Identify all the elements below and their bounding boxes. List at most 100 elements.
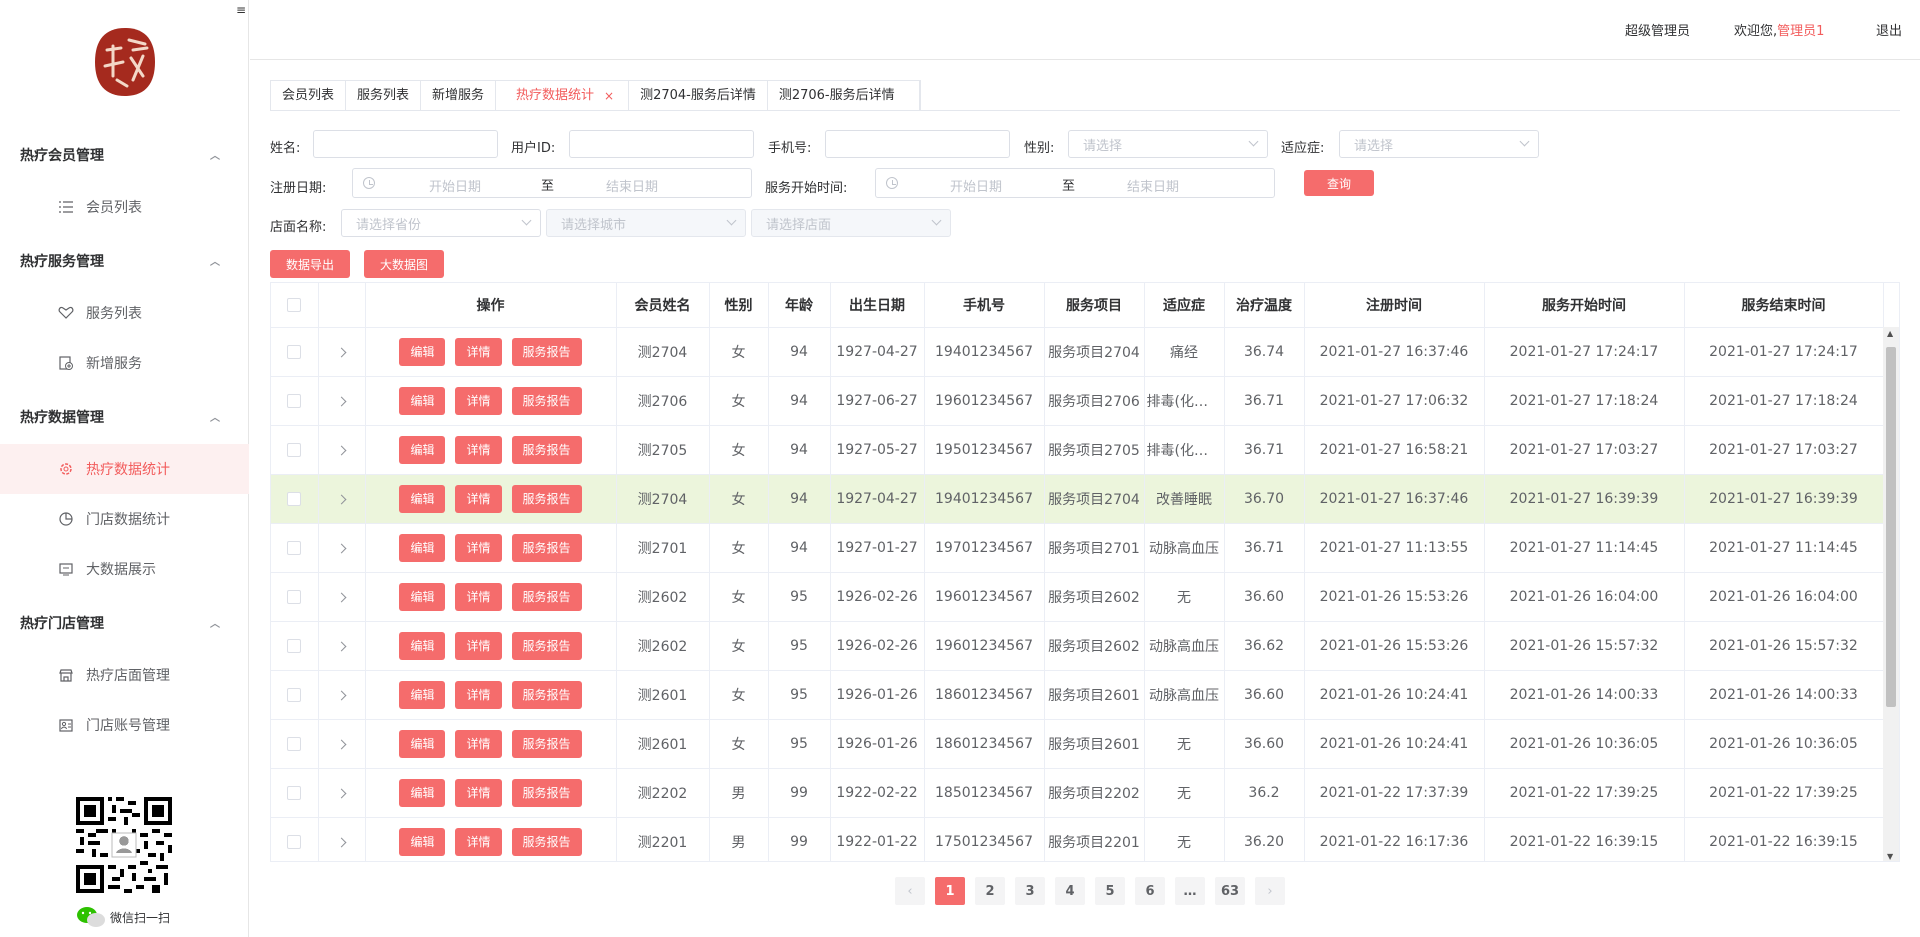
page-ellipsis[interactable]: … [1175, 877, 1205, 905]
edit-button[interactable]: 编辑 [399, 729, 446, 758]
edit-button[interactable]: 编辑 [399, 680, 446, 709]
row-select-cell[interactable] [271, 670, 319, 720]
row-select-cell[interactable] [271, 523, 319, 573]
row-checkbox[interactable] [287, 687, 302, 702]
prev-page-button[interactable]: ‹ [895, 877, 925, 905]
row-checkbox[interactable] [287, 834, 302, 849]
row-expand-cell[interactable] [318, 572, 366, 622]
tab-add-service[interactable]: 新增服务 [421, 81, 497, 111]
detail-button[interactable]: 详情 [455, 729, 502, 758]
service-end-date[interactable]: 结束日期 [1127, 176, 1179, 195]
table-row[interactable]: 编辑 详情 服务报告 测2706 女 94 1927-06-27 19601234567 服务项… [271, 376, 1884, 426]
edit-button[interactable]: 编辑 [399, 778, 446, 807]
row-expand-cell[interactable] [318, 670, 366, 720]
menu-item-service-list[interactable]: 服务列表 [0, 288, 249, 338]
chevron-right-icon[interactable] [336, 347, 347, 357]
logout-link[interactable]: 退出 [1876, 20, 1902, 39]
indication-select[interactable]: 请选择 [1339, 130, 1539, 158]
service-start-range[interactable]: 开始日期 至 结束日期 [875, 168, 1275, 198]
row-expand-cell[interactable] [318, 768, 366, 818]
row-checkbox[interactable] [287, 785, 302, 800]
scroll-up-icon[interactable]: ▲ [1887, 329, 1893, 338]
page-button[interactable]: 1 [935, 877, 965, 905]
export-button[interactable]: 数据导出 [270, 250, 350, 278]
row-select-cell[interactable] [271, 817, 319, 861]
edit-button[interactable]: 编辑 [399, 435, 446, 464]
edit-button[interactable]: 编辑 [399, 827, 446, 856]
tab-2704-detail[interactable]: 测2704-服务后详情 [629, 81, 768, 111]
row-select-cell[interactable] [271, 572, 319, 622]
detail-button[interactable]: 详情 [455, 778, 502, 807]
menu-group-member[interactable]: 热疗会员管理 ︿ [20, 145, 240, 165]
register-date-range[interactable]: 开始日期 至 结束日期 [352, 168, 752, 198]
row-expand-cell[interactable] [318, 327, 366, 377]
province-select[interactable]: 请选择省份 [341, 209, 541, 237]
table-row[interactable]: 编辑 详情 服务报告 测2202 男 99 1922-02-22 18501234567 服务项… [271, 768, 1884, 818]
menu-item-store-account[interactable]: 门店账号管理 [0, 700, 249, 750]
username[interactable]: 管理员1 [1777, 24, 1824, 39]
menu-group-data[interactable]: 热疗数据管理 ︿ [20, 407, 240, 427]
service-report-button[interactable]: 服务报告 [511, 778, 582, 807]
detail-button[interactable]: 详情 [455, 337, 502, 366]
register-start-date[interactable]: 开始日期 [429, 176, 481, 195]
tab-member-list[interactable]: 会员列表 [271, 81, 347, 111]
edit-button[interactable]: 编辑 [399, 386, 446, 415]
detail-button[interactable]: 详情 [455, 386, 502, 415]
menu-item-big-data[interactable]: 大数据展示 [0, 544, 249, 594]
row-select-cell[interactable] [271, 768, 319, 818]
chevron-right-icon[interactable] [336, 788, 347, 798]
row-expand-cell[interactable] [318, 621, 366, 671]
chevron-right-icon[interactable] [336, 739, 347, 749]
detail-button[interactable]: 详情 [455, 680, 502, 709]
service-report-button[interactable]: 服务报告 [511, 729, 582, 758]
page-button[interactable]: 5 [1095, 877, 1125, 905]
menu-item-add-service[interactable]: 新增服务 [0, 338, 249, 388]
row-checkbox[interactable] [287, 540, 302, 555]
register-end-date[interactable]: 结束日期 [606, 176, 658, 195]
page-button[interactable]: 3 [1015, 877, 1045, 905]
menu-item-store-manage[interactable]: 热疗店面管理 [0, 650, 249, 700]
name-input[interactable] [313, 130, 498, 158]
edit-button[interactable]: 编辑 [399, 337, 446, 366]
edit-button[interactable]: 编辑 [399, 582, 446, 611]
tab-2706-detail[interactable]: 测2706-服务后详情 [768, 81, 920, 111]
menu-item-member-list[interactable]: 会员列表 [0, 182, 249, 232]
menu-item-heat-data-stats[interactable]: 热疗数据统计 [0, 444, 249, 494]
userid-input[interactable] [569, 130, 754, 158]
row-select-cell[interactable] [271, 425, 319, 475]
service-report-button[interactable]: 服务报告 [511, 484, 582, 513]
page-button[interactable]: 4 [1055, 877, 1085, 905]
edit-button[interactable]: 编辑 [399, 631, 446, 660]
query-button[interactable]: 查询 [1304, 170, 1374, 196]
row-expand-cell[interactable] [318, 425, 366, 475]
row-select-cell[interactable] [271, 376, 319, 426]
chevron-right-icon[interactable] [336, 641, 347, 651]
store-select[interactable]: 请选择店面 [751, 209, 951, 237]
service-start-date[interactable]: 开始日期 [950, 176, 1002, 195]
tab-service-list[interactable]: 服务列表 [346, 81, 422, 111]
chevron-right-icon[interactable] [336, 396, 347, 406]
select-all-checkbox[interactable] [287, 297, 302, 312]
detail-button[interactable]: 详情 [455, 435, 502, 464]
table-row[interactable]: 编辑 详情 服务报告 测2705 女 94 1927-05-27 19501234567 服务项… [271, 425, 1884, 475]
scroll-down-icon[interactable]: ▼ [1887, 852, 1893, 861]
table-row[interactable]: 编辑 详情 服务报告 测2601 女 95 1926-01-26 18601234567 服务项… [271, 719, 1884, 769]
service-report-button[interactable]: 服务报告 [511, 337, 582, 366]
chevron-right-icon[interactable] [336, 592, 347, 602]
service-report-button[interactable]: 服务报告 [511, 582, 582, 611]
menu-item-store-data-stats[interactable]: 门店数据统计 [0, 494, 249, 544]
close-icon[interactable]: × [604, 81, 614, 111]
table-scrollbar[interactable]: ▲ ▼ [1883, 327, 1899, 861]
service-report-button[interactable]: 服务报告 [511, 435, 582, 464]
row-checkbox[interactable] [287, 344, 302, 359]
row-expand-cell[interactable] [318, 376, 366, 426]
row-expand-cell[interactable] [318, 523, 366, 573]
service-report-button[interactable]: 服务报告 [511, 680, 582, 709]
tab-heat-data-stats[interactable]: 热疗数据统计 × [496, 81, 630, 111]
phone-input[interactable] [825, 130, 1010, 158]
detail-button[interactable]: 详情 [455, 827, 502, 856]
city-select[interactable]: 请选择城市 [546, 209, 746, 237]
detail-button[interactable]: 详情 [455, 533, 502, 562]
row-expand-cell[interactable] [318, 474, 366, 524]
row-checkbox[interactable] [287, 638, 302, 653]
